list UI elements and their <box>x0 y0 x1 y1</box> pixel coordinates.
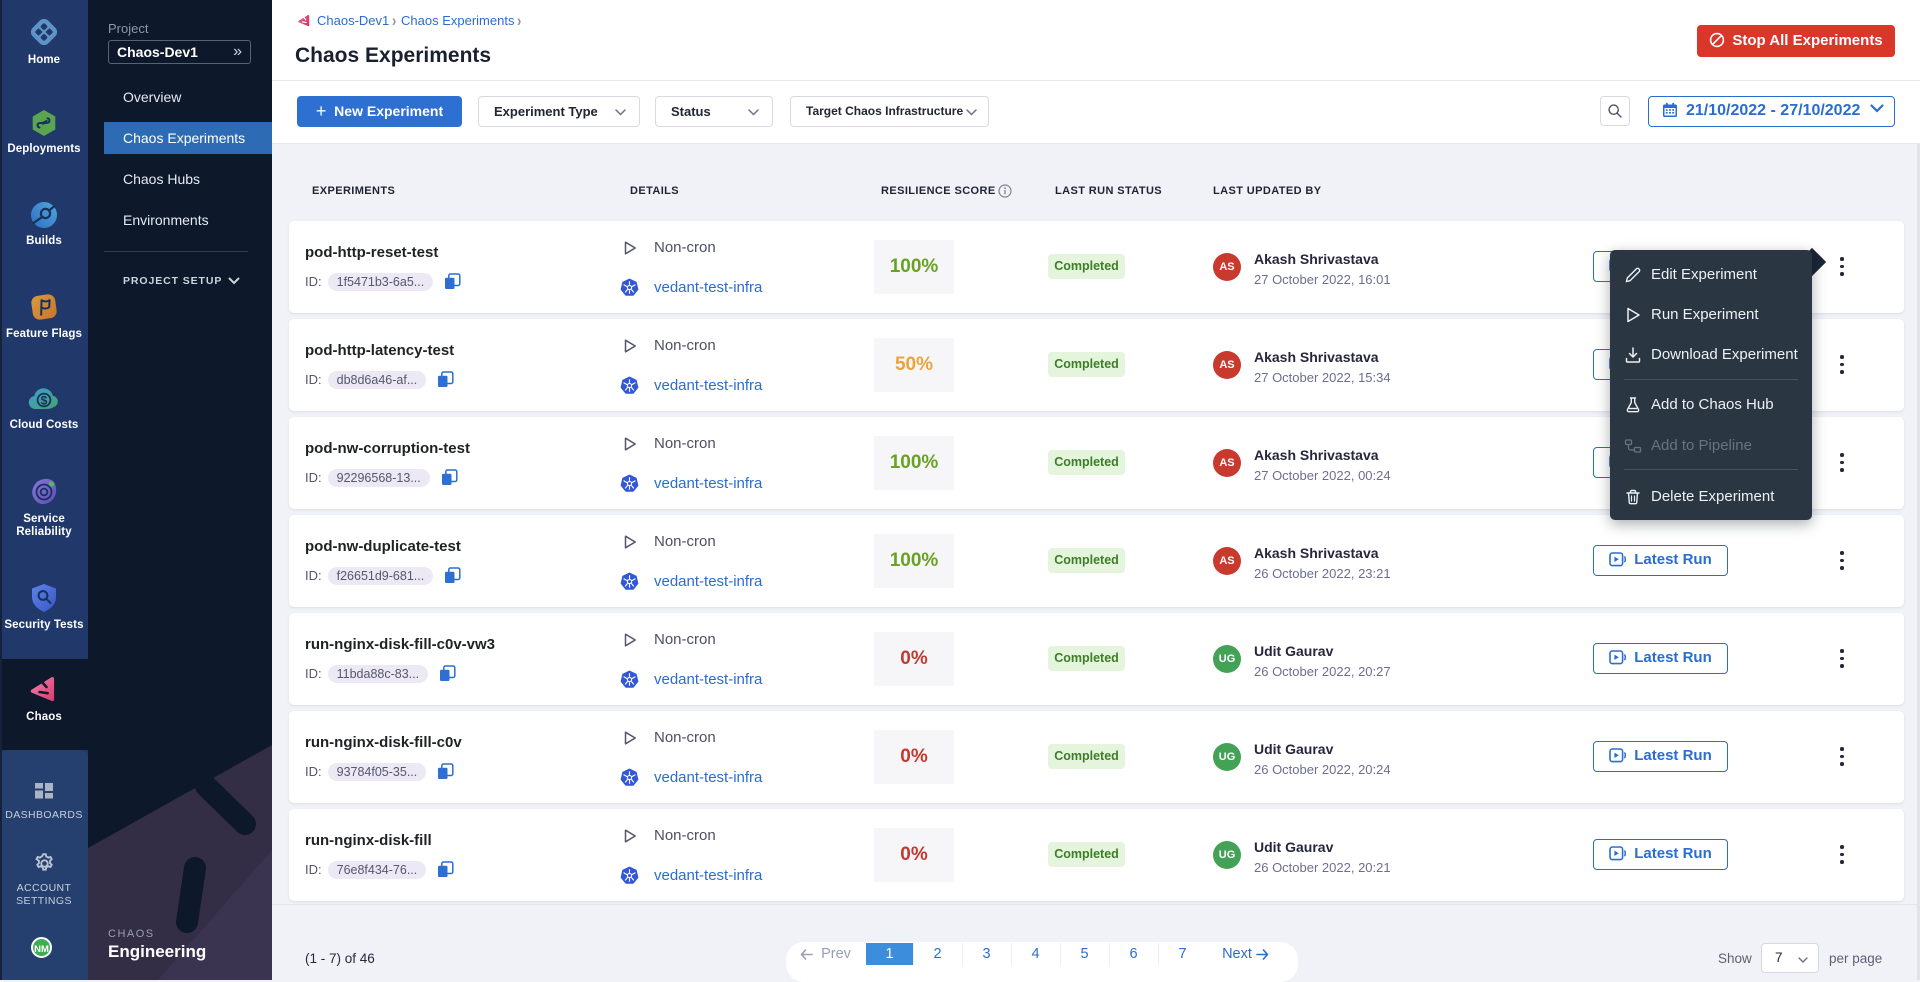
svg-text:$: $ <box>41 393 48 407</box>
